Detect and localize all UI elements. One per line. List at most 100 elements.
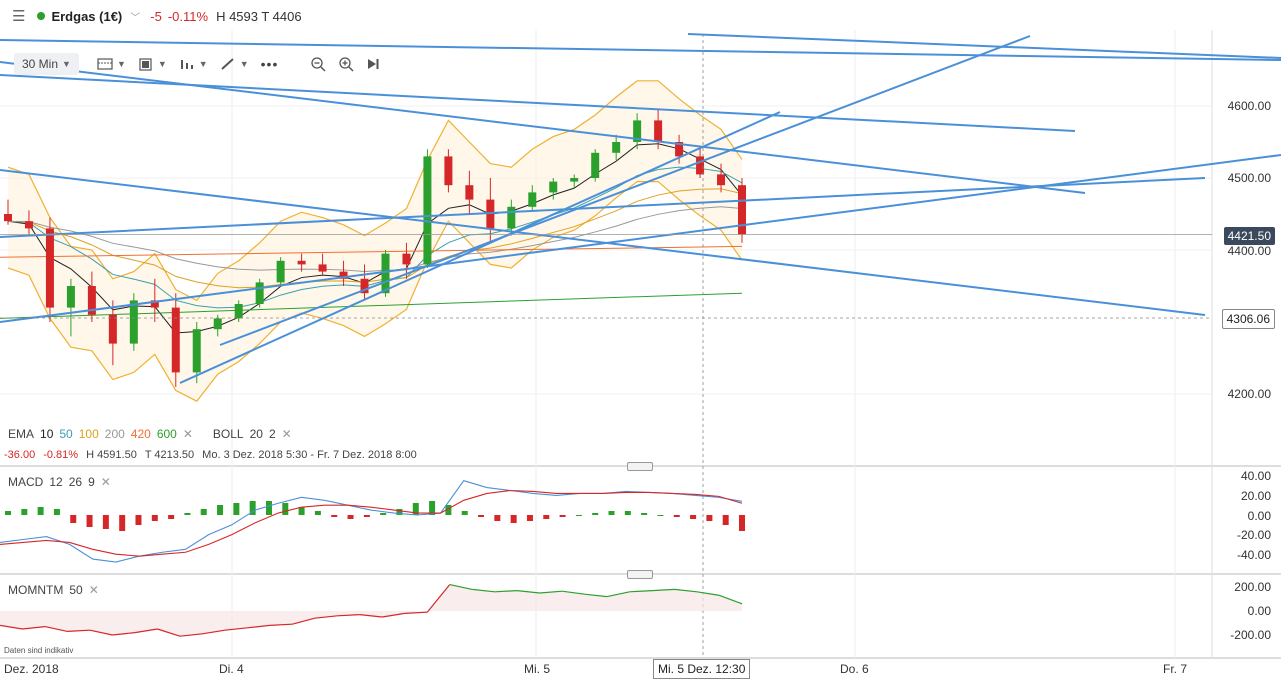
- price-change-pct: -0.11%: [167, 8, 209, 24]
- macd-histogram-bar: [168, 515, 175, 519]
- crosshair-time-tag: Mi. 5 Dez. 12:30: [653, 659, 751, 679]
- price-tick: 4200.00: [1227, 387, 1271, 401]
- macd-histogram-bar: [363, 515, 370, 517]
- more-button[interactable]: •••: [257, 53, 283, 75]
- indicative-note: Daten sind indikativ: [4, 646, 74, 655]
- momentum-label[interactable]: MOMNTM: [8, 583, 63, 597]
- trendline: [219, 35, 1031, 346]
- candle-body: [66, 286, 75, 308]
- macd-signal-line: [0, 489, 743, 557]
- current-price-tag: 4421.50: [1223, 227, 1275, 245]
- candle-body: [213, 318, 222, 330]
- macd-histogram-bar: [200, 509, 207, 515]
- macd-histogram-bar: [706, 515, 713, 521]
- macd-histogram-bar: [575, 515, 582, 516]
- ema50-label: 50: [59, 427, 73, 441]
- candle-body: [549, 181, 558, 193]
- candle-body: [612, 142, 621, 153]
- market-status-dot: [37, 12, 46, 20]
- momentum-tick: 200.00: [1234, 580, 1271, 594]
- macd-slow: 26: [68, 475, 83, 489]
- candle-body: [738, 185, 746, 235]
- jump-to-end-icon: [368, 59, 379, 69]
- remove-ema-icon[interactable]: ✕: [183, 427, 193, 441]
- remove-macd-icon[interactable]: ✕: [101, 475, 111, 489]
- macd-legend: MACD 12 26 9 ✕: [8, 475, 111, 489]
- bar-style-icon: [180, 60, 193, 69]
- instrument-title[interactable]: Erdgas (1€): [51, 9, 122, 24]
- candle-body: [24, 221, 33, 229]
- macd-signal: 9: [88, 475, 95, 489]
- macd-tick: 20.00: [1240, 489, 1271, 503]
- macd-histogram-bar: [543, 515, 550, 519]
- macd-histogram-bar: [265, 501, 272, 515]
- macd-histogram-bar: [151, 515, 158, 521]
- momentum-period: 50: [69, 583, 83, 597]
- chevron-down-icon[interactable]: ﹀: [130, 9, 140, 24]
- zoom-in-icon: [339, 57, 354, 72]
- candle-body: [717, 174, 726, 186]
- macd-histogram-bar: [739, 515, 745, 531]
- macd-histogram-bar: [5, 511, 11, 515]
- time-label: Dez. 2018: [4, 662, 59, 676]
- candle-body: [528, 192, 537, 207]
- macd-histogram-bar: [184, 513, 191, 515]
- chart-toolbar: 30 Min ▼ ▼ ▼ ▼ ▼ •••: [14, 52, 384, 76]
- info-change: -36.00: [4, 449, 36, 461]
- candle-body: [444, 156, 453, 186]
- chart-type-button[interactable]: ▼: [93, 53, 130, 75]
- macd-histogram-bar: [526, 515, 533, 521]
- drawing-tools-button[interactable]: ▼: [216, 53, 253, 75]
- candle-body: [465, 185, 474, 200]
- macd-histogram-bar: [657, 515, 664, 516]
- boll-label[interactable]: BOLL: [213, 427, 244, 441]
- macd-fast: 12: [49, 475, 63, 489]
- time-label: Do. 6: [840, 662, 869, 676]
- macd-histogram-bar: [314, 511, 321, 515]
- zoom-in-button[interactable]: [334, 53, 358, 75]
- caret-down-icon: ▼: [116, 59, 126, 69]
- chart-canvas[interactable]: [0, 0, 1281, 683]
- crosshair-price-tag: 4306.06: [1221, 309, 1275, 329]
- indicators-icon: [139, 58, 152, 71]
- indicators-button[interactable]: ▼: [134, 53, 171, 75]
- pane-resize-handle[interactable]: [627, 462, 653, 471]
- macd-histogram-bar: [608, 511, 615, 515]
- candle-body: [192, 329, 201, 373]
- macd-tick: -20.00: [1236, 528, 1271, 542]
- chart-type-icon: [97, 58, 113, 70]
- momentum-legend: MOMNTM 50 ✕: [8, 583, 99, 597]
- timeframe-select[interactable]: 30 Min ▼: [14, 53, 79, 75]
- hamburger-menu-icon[interactable]: ☰: [12, 7, 25, 25]
- macd-histogram-bar: [380, 513, 387, 515]
- candle-body: [654, 120, 663, 142]
- drawing-pencil-icon: [221, 58, 234, 70]
- time-label: Di. 4: [219, 662, 244, 676]
- remove-momentum-icon[interactable]: ✕: [89, 583, 99, 597]
- candle-body: [108, 314, 117, 344]
- macd-histogram-bar: [478, 515, 485, 517]
- ema-label[interactable]: EMA: [8, 427, 34, 441]
- macd-histogram-bar: [53, 509, 60, 515]
- boll-period: 20: [249, 427, 263, 441]
- instrument-header: ☰ Erdgas (1€) ﹀ -5 -0.11% H 4593 T 4406: [0, 0, 1281, 32]
- macd-histogram-bar: [233, 503, 240, 515]
- candle-body: [276, 260, 285, 283]
- candle-body: [297, 260, 306, 265]
- macd-histogram-bar: [722, 515, 729, 525]
- zoom-out-button[interactable]: [306, 53, 330, 75]
- macd-histogram-bar: [135, 515, 142, 525]
- macd-label[interactable]: MACD: [8, 475, 43, 489]
- macd-histogram-bar: [461, 511, 468, 515]
- jump-to-end-button[interactable]: [362, 53, 384, 75]
- more-icon: •••: [260, 56, 279, 72]
- info-range: Mo. 3 Dez. 2018 5:30 - Fr. 7 Dez. 2018 8…: [202, 449, 417, 461]
- info-low: T 4213.50: [144, 449, 195, 461]
- bar-style-button[interactable]: ▼: [175, 53, 212, 75]
- candle-body: [234, 304, 243, 319]
- macd-histogram-bar: [102, 515, 109, 529]
- remove-boll-icon[interactable]: ✕: [282, 427, 292, 441]
- ema420-label: 420: [130, 427, 151, 441]
- macd-histogram-bar: [282, 503, 289, 515]
- pane-resize-handle[interactable]: [627, 570, 653, 579]
